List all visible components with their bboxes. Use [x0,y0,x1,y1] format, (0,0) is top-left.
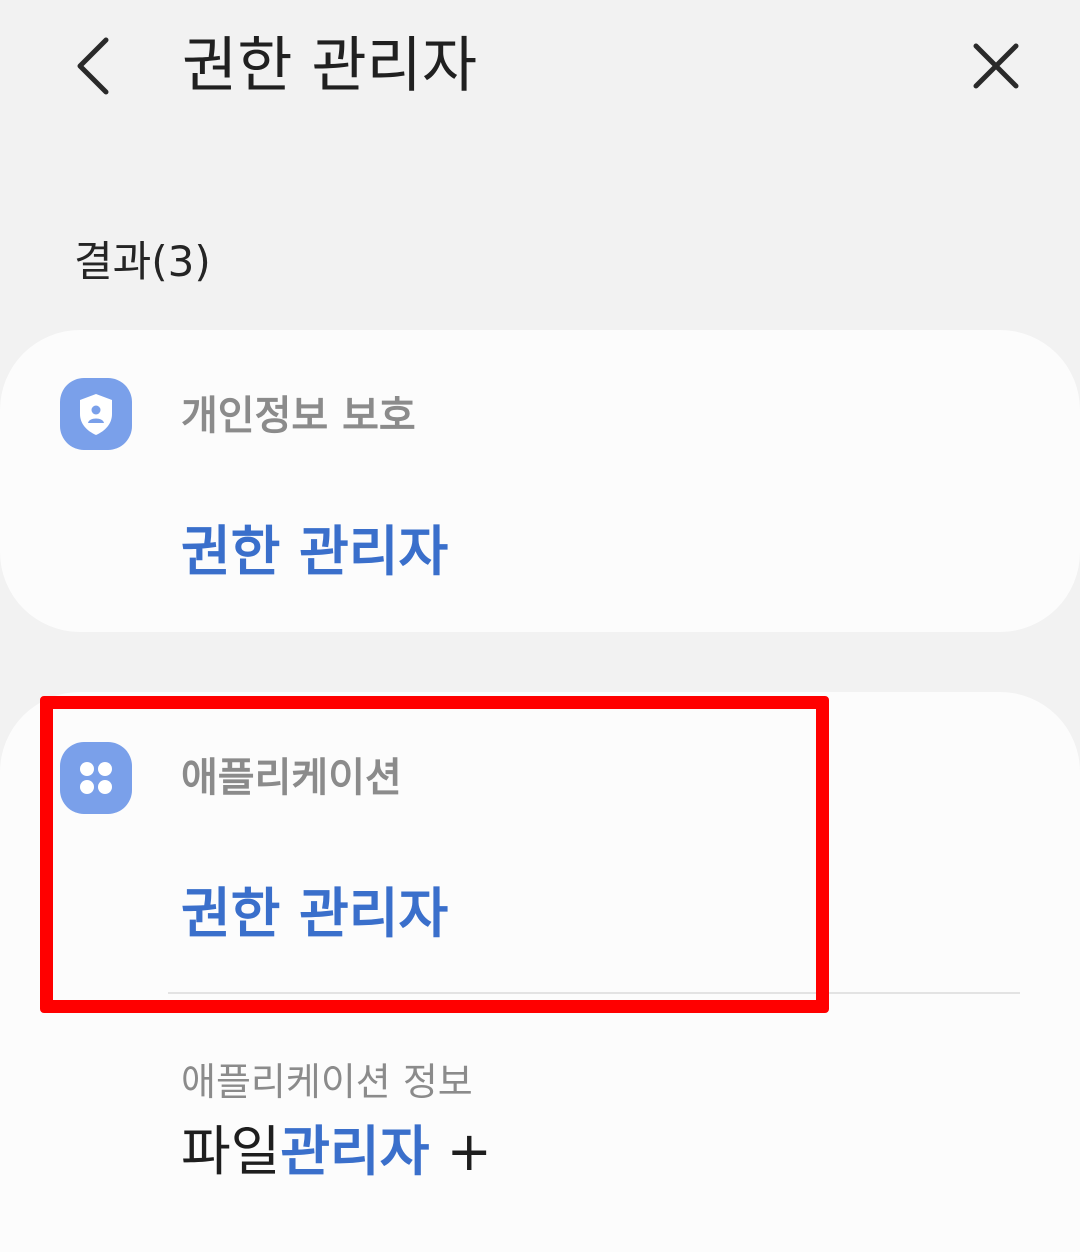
close-icon [973,43,1019,89]
back-button[interactable] [62,30,126,102]
sub-result-title[interactable]: 파일관리자 + [181,1116,492,1188]
result-title: 권한 관리자 [181,520,449,583]
shield-person-icon [60,378,132,450]
result-card-privacy[interactable]: 개인정보 보호 권한 관리자 [0,330,1080,632]
sub-result-category: 애플리케이션 정보 [181,1060,473,1104]
chevron-left-icon [77,37,109,95]
result-count: 결과(3) [74,237,211,286]
top-app-bar: 권한 관리자 [0,0,1080,140]
result-category: 개인정보 보호 [181,393,416,439]
sub-result-title-prefix: 파일 [181,1120,281,1183]
sub-result-title-highlight: 관리자 [280,1120,430,1183]
close-button[interactable] [960,32,1032,104]
page-title: 권한 관리자 [182,31,478,101]
sub-result-title-suffix: + [429,1120,492,1183]
highlight-box [40,696,829,1013]
